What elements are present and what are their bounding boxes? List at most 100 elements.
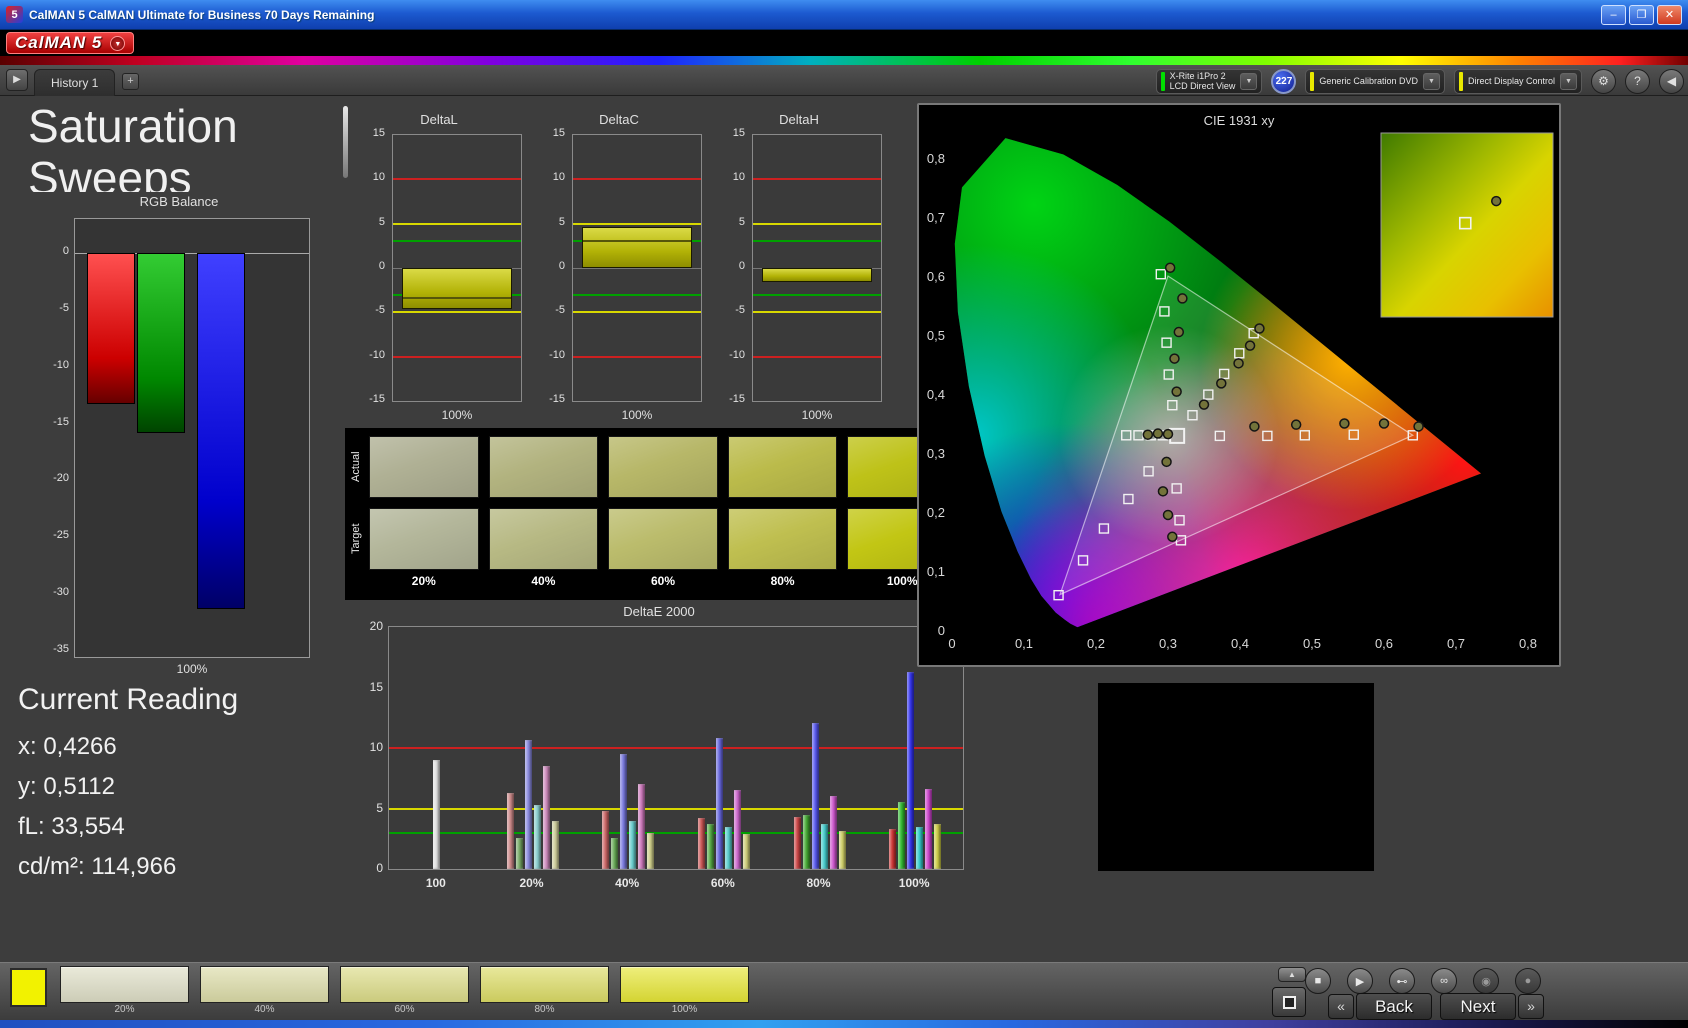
deltal-plot [392, 134, 522, 402]
chart-element [433, 760, 441, 869]
deltah-plot [752, 134, 882, 402]
pattern-swatch[interactable]: 100% [620, 966, 749, 1018]
scroll-indicator[interactable] [343, 106, 348, 178]
tick-label: -10 [369, 348, 385, 361]
chart-title: DeltaE 2000 [623, 604, 695, 619]
chevron-down-icon[interactable]: ▼ [1560, 72, 1577, 90]
gear-icon[interactable]: ⚙ [1591, 68, 1616, 94]
tick-label: 10 [732, 171, 745, 184]
calman-logo[interactable]: CalMAN 5 ▼ [6, 32, 135, 54]
tick-label: 20 [369, 619, 383, 633]
chart-element [742, 833, 750, 869]
pattern-swatch[interactable]: 60% [340, 966, 469, 1018]
deltae-2000-chart: DeltaE 2000 20 15 10 5 0 100 20% 40% 60% 80% 100% [350, 604, 968, 894]
app-icon: 5 [6, 6, 23, 23]
tick-label: -15 [369, 393, 385, 405]
current-pattern-swatch[interactable] [10, 968, 47, 1007]
chart-element [753, 293, 881, 296]
x-axis-label: 100% [621, 408, 653, 422]
chart-element [753, 222, 881, 225]
tick-label: -5 [375, 304, 385, 317]
chart-element [925, 789, 933, 869]
window-controls: – ❐ ✕ [1601, 4, 1682, 25]
next-button[interactable]: Next [1440, 993, 1516, 1020]
link-icon[interactable]: ⊷ [1389, 968, 1415, 994]
source-label: Generic Calibration DVD [1319, 76, 1418, 86]
svg-text:0,5: 0,5 [927, 328, 945, 343]
stop-icon[interactable]: ■ [1305, 968, 1331, 994]
pattern-swatch[interactable]: 80% [480, 966, 609, 1018]
back-chevrons-icon[interactable]: « [1328, 994, 1354, 1019]
tab-history-1[interactable]: History 1 [34, 69, 116, 96]
chart-element [393, 178, 521, 181]
play-icon[interactable]: ▶ [1347, 968, 1373, 994]
deltac-chart: DeltaC 15 10 5 0 -5 -10 -15 100% [530, 112, 708, 424]
source-selector[interactable]: Generic Calibration DVD ▼ [1305, 68, 1445, 94]
tab-bar: ▶ History 1 + X-Rite i1Pro 2 LCD Direct … [0, 65, 1688, 96]
chart-element [583, 239, 691, 242]
display-control-selector[interactable]: Direct Display Control ▼ [1453, 68, 1582, 94]
record-icon[interactable]: ◉ [1473, 968, 1499, 994]
rgb-balance-chart: RGB Balance 0 -5 -10 -15 -20 -25 -30 -35 100% [46, 194, 312, 680]
nav-back-icon[interactable]: ◀ [1659, 68, 1684, 94]
tick-label: 0 [558, 260, 565, 272]
svg-text:0,6: 0,6 [1375, 636, 1393, 651]
svg-text:0,7: 0,7 [927, 210, 945, 225]
pattern-swatch-color [480, 966, 609, 1003]
svg-text:0,4: 0,4 [1231, 636, 1249, 651]
loop-icon[interactable]: ∞ [1431, 968, 1457, 994]
chart-element [907, 671, 915, 869]
pattern-swatch[interactable]: 20% [60, 966, 189, 1018]
minimize-button[interactable]: – [1601, 4, 1626, 25]
help-icon[interactable]: ? [1625, 68, 1650, 94]
tick-label: -5 [735, 304, 745, 317]
row-label-actual: Actual [350, 451, 362, 483]
meter-selector[interactable]: X-Rite i1Pro 2 LCD Direct View ▼ [1155, 68, 1263, 94]
page-title-line1: Saturation [28, 100, 238, 152]
meter-status-indicator [1160, 71, 1165, 91]
chart-element [393, 222, 521, 225]
logo-dropdown-icon[interactable]: ▼ [110, 35, 126, 51]
close-button[interactable]: ✕ [1657, 4, 1682, 25]
pattern-swatch-color [340, 966, 469, 1003]
tick-label: 15 [552, 127, 565, 139]
nav-forward-button[interactable]: ▶ [6, 69, 28, 91]
meter-line1: X-Rite i1Pro 2 [1169, 71, 1226, 81]
tick-label: -10 [729, 348, 745, 361]
chart-element [87, 253, 135, 405]
svg-text:0,1: 0,1 [1015, 636, 1033, 651]
chart-element [533, 804, 541, 869]
pattern-swatch[interactable]: 40% [200, 966, 329, 1018]
svg-text:0,7: 0,7 [1447, 636, 1465, 651]
chart-element [389, 807, 963, 810]
transport-controls: ▲ ■ ▶ ⊷ ∞ ◉ ● « Back Next » [1270, 965, 1570, 1020]
extra-icon[interactable]: ● [1515, 968, 1541, 994]
tick-label: -35 [53, 643, 69, 655]
tick-label: 10 [369, 740, 383, 754]
chevron-down-icon[interactable]: ▼ [1240, 72, 1258, 90]
svg-text:0: 0 [948, 636, 955, 651]
display-status-indicator [1458, 71, 1463, 91]
cie-x-axis-labels: 0 0,1 0,2 0,3 0,4 0,5 0,6 0,7 0,8 [948, 636, 1537, 651]
chart-element [389, 831, 963, 834]
svg-text:0,5: 0,5 [1303, 636, 1321, 651]
maximize-button[interactable]: ❐ [1629, 4, 1654, 25]
pattern-swatch-color [200, 966, 329, 1003]
eject-icon[interactable]: ▲ [1278, 967, 1306, 982]
pattern-swatch-color [60, 966, 189, 1003]
chart-element [753, 178, 881, 181]
group-label: 100 [425, 876, 446, 890]
pattern-window-button[interactable] [1272, 987, 1306, 1017]
next-chevrons-icon[interactable]: » [1518, 994, 1544, 1019]
chart-element [573, 355, 701, 358]
x-axis-label: 100% [176, 662, 208, 676]
chart-element [551, 820, 559, 869]
chart-element [629, 820, 637, 869]
meter-badge[interactable]: 227 [1271, 68, 1297, 94]
chart-element [916, 826, 924, 869]
chart-element [611, 837, 619, 869]
back-button[interactable]: Back [1356, 993, 1432, 1020]
tick-label: 0 [62, 245, 69, 257]
chevron-down-icon[interactable]: ▼ [1422, 72, 1440, 90]
add-tab-button[interactable]: + [122, 73, 139, 90]
